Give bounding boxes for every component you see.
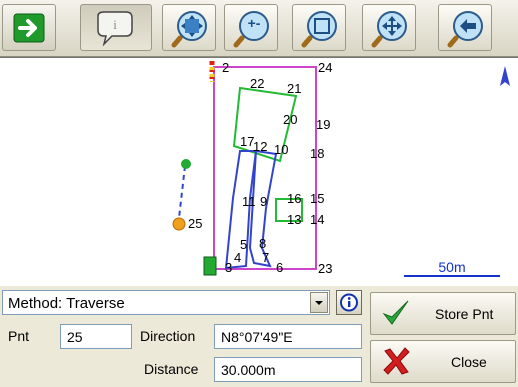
pt-label: 12	[253, 139, 267, 154]
svg-text:+-: +-	[248, 15, 261, 31]
toolbar: i +-	[0, 0, 518, 57]
back-button[interactable]	[438, 4, 492, 51]
close-button[interactable]: Close	[370, 340, 516, 383]
map-view[interactable]: 2 24 22 21 20 19 17 12 10 18 16 15 11 9 …	[0, 57, 518, 287]
direction-label: Direction	[140, 328, 196, 344]
distance-value: 30.000m	[221, 362, 276, 378]
pt-label: 9	[260, 194, 267, 209]
chevron-down-icon	[315, 301, 323, 305]
current-point-marker	[172, 217, 186, 231]
method-select[interactable]: Method: Traverse	[2, 290, 330, 315]
distance-field[interactable]: 30.000m	[214, 357, 362, 382]
pnt-field[interactable]: 25	[60, 324, 132, 349]
zoom-in-button[interactable]: +-	[224, 4, 278, 51]
pt-label: 10	[274, 142, 288, 157]
direction-field[interactable]: N8°07'49"E	[214, 324, 362, 349]
pt-label: 18	[310, 146, 324, 161]
pt-label: 7	[262, 250, 269, 265]
north-arrow-icon	[500, 66, 510, 86]
pt-label: 13	[287, 212, 301, 227]
instrument-marker	[203, 256, 217, 276]
pt-label: 25	[188, 216, 202, 231]
pt-label: 16	[287, 191, 301, 206]
next-arrow-icon	[13, 13, 45, 43]
back-arrow-icon	[447, 11, 483, 48]
scale-label: 50m	[438, 259, 465, 275]
pt-label: 14	[310, 212, 324, 227]
pt-label: 24	[318, 60, 332, 75]
zoom-window-button[interactable]	[292, 4, 346, 51]
pan-button[interactable]	[362, 4, 416, 51]
distance-label: Distance	[144, 361, 199, 377]
pt-label: 23	[318, 261, 332, 276]
pt-label: 22	[250, 76, 264, 91]
reference-point-marker	[181, 159, 191, 169]
pt-label: 19	[316, 117, 330, 132]
pan-icon	[371, 11, 407, 48]
pt-label: 20	[283, 112, 297, 127]
point-labels: 2 24 22 21 20 19 17 12 10 18 16 15 11 9 …	[188, 60, 332, 276]
zoom-window-icon	[301, 11, 337, 48]
info-icon	[340, 293, 358, 312]
svg-text:i: i	[113, 17, 117, 32]
pt-label: 4	[234, 250, 241, 265]
store-point-label: Store Pnt	[435, 306, 494, 322]
method-select-value: Method: Traverse	[8, 295, 125, 312]
next-button[interactable]	[2, 4, 56, 51]
pt-label: 8	[259, 236, 266, 251]
dashed-traverse-line	[178, 165, 186, 219]
dropdown-button[interactable]	[310, 292, 328, 313]
zoom-all-button[interactable]	[162, 4, 216, 51]
pt-label: 21	[287, 81, 301, 96]
direction-value: N8°07'49"E	[221, 329, 293, 345]
info-bubble-button[interactable]: i	[80, 4, 152, 51]
zoom-out-icon: +-	[233, 11, 269, 48]
close-label: Close	[451, 354, 487, 370]
checkmark-icon	[382, 300, 409, 325]
info-button[interactable]	[336, 290, 362, 315]
pt-label: 11	[242, 194, 256, 209]
zoom-all-icon	[171, 11, 207, 48]
close-icon	[383, 347, 410, 375]
store-point-button[interactable]: Store Pnt	[370, 292, 516, 335]
pnt-label: Pnt	[8, 328, 30, 344]
pnt-value: 25	[67, 329, 83, 345]
pt-label: 2	[222, 60, 229, 75]
speech-bubble-icon: i	[97, 11, 133, 47]
pt-label: 6	[276, 260, 283, 275]
pt-label: 15	[310, 191, 324, 206]
pt-label: 3	[225, 260, 232, 275]
map-canvas[interactable]: 2 24 22 21 20 19 17 12 10 18 16 15 11 9 …	[0, 58, 518, 286]
bottom-panel: Method: Traverse Pnt 25 Direction N8°07'…	[0, 286, 518, 387]
